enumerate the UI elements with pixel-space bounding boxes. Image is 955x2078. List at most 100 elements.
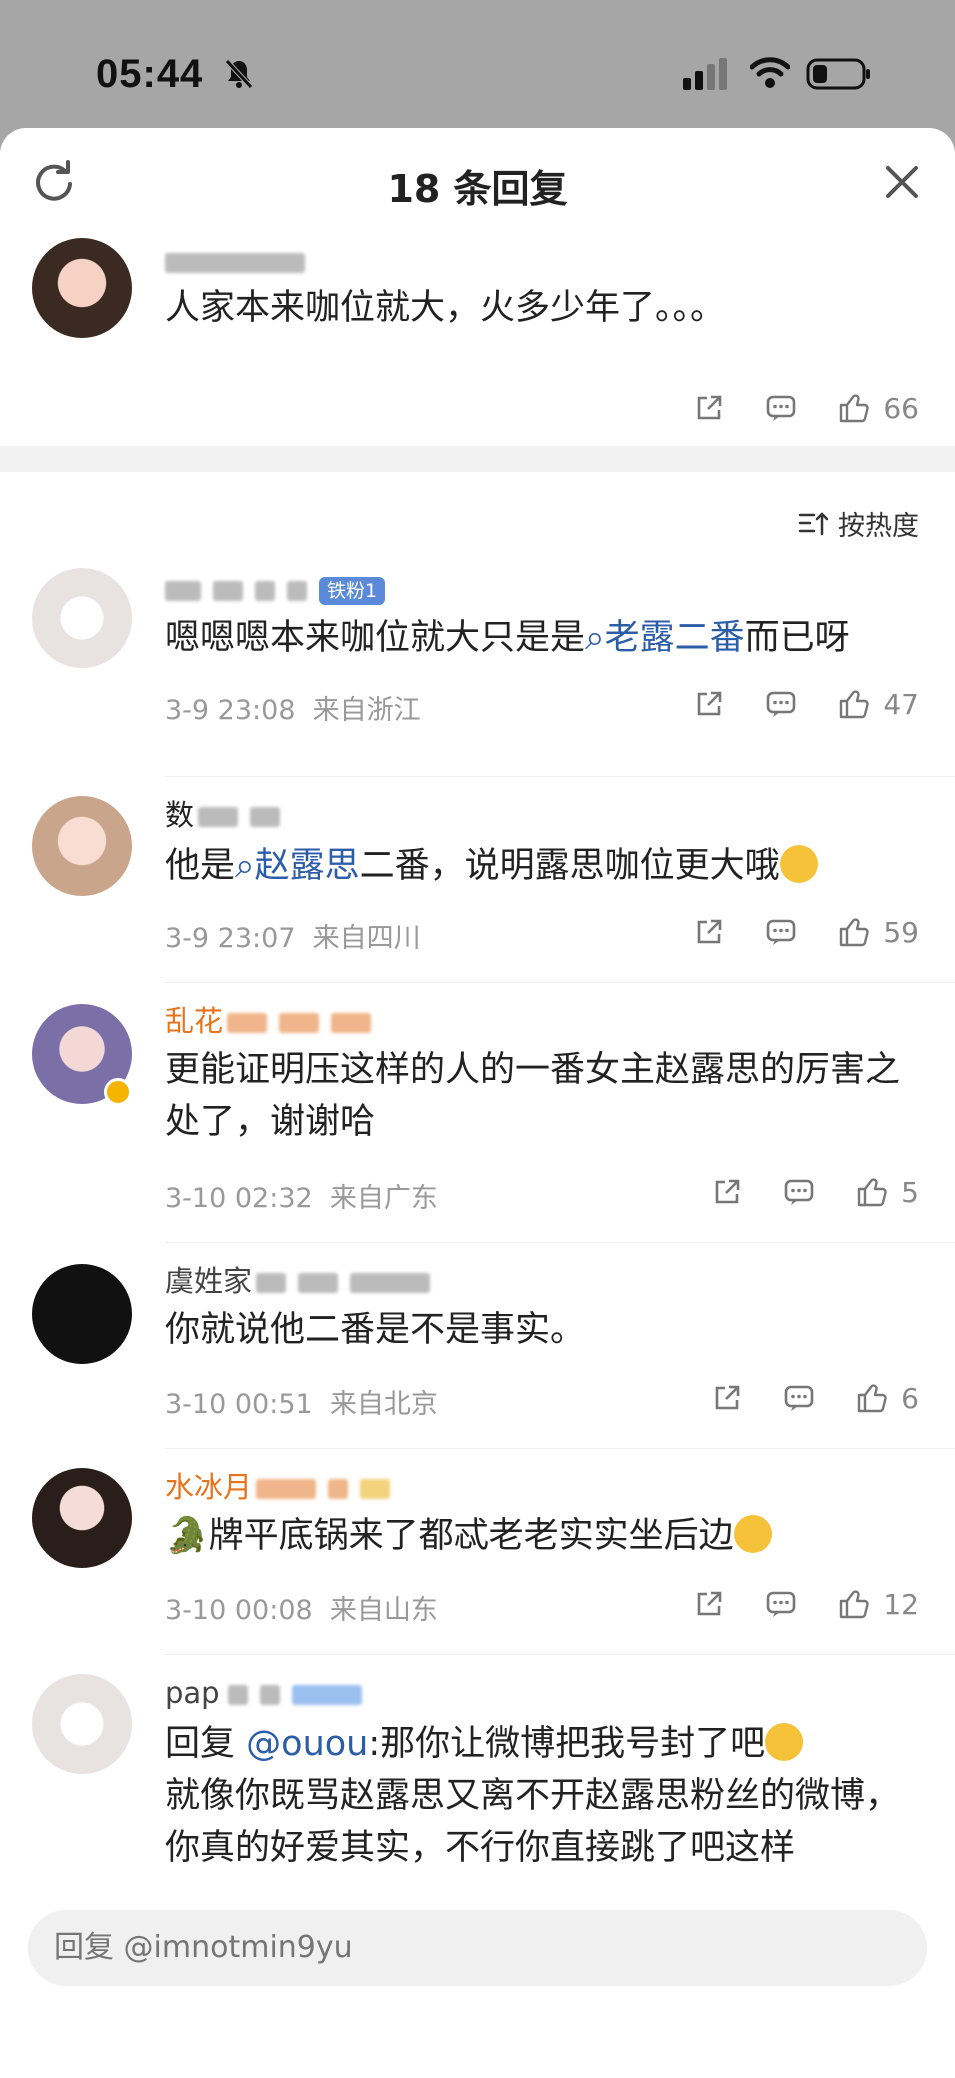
- laugh-cry-emoji-icon: [733, 1515, 772, 1553]
- reply-input[interactable]: [28, 1910, 927, 1986]
- share-button[interactable]: [693, 688, 725, 720]
- reply-item[interactable]: 虞姓家 你就说他二番是不是事实。 3-10 00:51 来自北京 6: [0, 1244, 955, 1450]
- sort-bar: 按热度: [0, 472, 955, 568]
- username[interactable]: imnotmin9yu: [165, 242, 317, 280]
- share-button[interactable]: [693, 916, 725, 948]
- like-count: 6: [901, 1381, 919, 1415]
- reply-location: 来自北京: [329, 1389, 438, 1420]
- comment-button[interactable]: [765, 1588, 797, 1620]
- reply-text: 他是⌕赵露思二番，说明露思咖位更大哦: [165, 840, 919, 892]
- reply-actions: 6: [671, 1378, 919, 1418]
- reply-location: 来自广东: [329, 1183, 438, 1214]
- like-button[interactable]: 6: [855, 1381, 919, 1415]
- close-icon[interactable]: [882, 162, 922, 202]
- like-button[interactable]: 66: [837, 391, 919, 425]
- comment-button[interactable]: [765, 688, 797, 720]
- cellular-signal-icon: [683, 58, 729, 94]
- kiss-emoji-icon: [779, 845, 818, 883]
- like-count: 12: [883, 1587, 919, 1621]
- username[interactable]: 铁粉1: [165, 570, 386, 608]
- comment-icon: [767, 691, 796, 717]
- share-icon: [715, 1179, 740, 1204]
- fan-badge: 铁粉1: [319, 577, 386, 605]
- reply-meta: 3-9 23:07 来自四川: [165, 916, 421, 955]
- share-icon: [698, 691, 722, 716]
- reply-item[interactable]: pap 回复 @ouou:那你让微博把我号封了吧 就像你既骂赵露思又离不开赵露思粉…: [0, 1656, 955, 1896]
- original-comment[interactable]: imnotmin9yu 人家本来咖位就大，火多少年了。。。 66: [0, 232, 955, 446]
- reply-text: 更能证明压这样的人的一番女主赵露思的厉害之处了，谢谢哈: [165, 1050, 901, 1142]
- reply-location: 来自山东: [329, 1595, 438, 1626]
- reply-time: 3-10 00:08: [165, 1595, 313, 1626]
- username[interactable]: 水冰月: [165, 1468, 402, 1506]
- like-button[interactable]: 5: [855, 1175, 919, 1209]
- crocodile-emoji-icon: 🐊: [165, 1516, 209, 1556]
- like-button[interactable]: 12: [837, 1587, 919, 1621]
- thumbs-up-icon: [840, 918, 870, 947]
- comment-button[interactable]: [783, 1176, 815, 1208]
- username[interactable]: 数: [165, 796, 292, 834]
- comment-button[interactable]: [783, 1382, 815, 1414]
- reply-actions: 47: [653, 684, 919, 724]
- avatar[interactable]: [32, 1468, 132, 1568]
- comment-actions: 66: [653, 388, 919, 428]
- avatar[interactable]: [32, 796, 132, 896]
- username[interactable]: 虞姓家: [165, 1262, 442, 1300]
- avatar[interactable]: [32, 1264, 132, 1364]
- reply-meta: 3-10 00:08 来自山东: [165, 1588, 438, 1627]
- crying-emoji-icon: [765, 1723, 804, 1761]
- reply-item[interactable]: 数 他是⌕赵露思二番，说明露思咖位更大哦 3-9 23:07 来自四川 59: [0, 778, 955, 984]
- topic-link[interactable]: ⌕老露二番: [585, 618, 745, 658]
- like-count: 5: [901, 1175, 919, 1209]
- reply-text: 你就说他二番是不是事实。: [165, 1310, 586, 1350]
- battery-icon: [806, 58, 872, 94]
- thumbs-up-icon: [840, 394, 870, 423]
- share-button[interactable]: [693, 392, 725, 424]
- reply-meta: 3-10 00:51 来自北京: [165, 1382, 438, 1421]
- comment-button[interactable]: [765, 392, 797, 424]
- like-button[interactable]: 47: [837, 687, 919, 721]
- topic-link[interactable]: ⌕赵露思: [235, 846, 360, 886]
- share-icon: [698, 395, 722, 420]
- like-count: 59: [883, 915, 919, 949]
- comment-icon: [767, 1591, 796, 1617]
- reply-meta: 3-10 02:32 来自广东: [165, 1176, 438, 1215]
- comment-icon: [784, 1179, 814, 1205]
- share-button[interactable]: [693, 1588, 725, 1620]
- reply-item[interactable]: 乱花 更能证明压这样的人的一番女主赵露思的厉害之处了，谢谢哈 3-10 02:3…: [0, 984, 955, 1244]
- username[interactable]: 乱花: [165, 1002, 383, 1040]
- divider: [165, 776, 955, 777]
- divider: [165, 1242, 955, 1243]
- reply-text: 回复 @ouou:那你让微博把我号封了吧 就像你既骂赵露思又离不开赵露思粉丝的微博…: [165, 1723, 901, 1868]
- username[interactable]: pap: [165, 1674, 374, 1712]
- reply-actions: 5: [671, 1172, 919, 1212]
- share-icon: [698, 1591, 722, 1616]
- status-bar: 05:44: [0, 0, 955, 140]
- mute-bell-icon: [224, 58, 254, 94]
- reply-time: 3-10 00:51: [165, 1389, 313, 1420]
- avatar[interactable]: [32, 1674, 132, 1774]
- reply-item[interactable]: 铁粉1 嗯嗯嗯本来咖位就大只是是⌕老露二番而已呀 3-9 23:08 来自浙江 …: [0, 568, 955, 778]
- like-count: 47: [883, 687, 919, 721]
- like-button[interactable]: 59: [837, 915, 919, 949]
- reply-item[interactable]: 水冰月 🐊牌平底锅来了都忒老老实实坐后边 3-10 00:08 来自山东 12: [0, 1450, 955, 1656]
- replies-sheet: 18 条回复 imnotmin9yu 人家本来咖位就大，火多少年了。。。 66 …: [0, 128, 955, 2078]
- sheet-title: 18 条回复: [387, 167, 568, 211]
- divider: [165, 1448, 955, 1449]
- thumbs-up-icon: [857, 1384, 887, 1413]
- share-button[interactable]: [711, 1176, 743, 1208]
- reply-time: 3-9 23:07: [165, 923, 296, 954]
- mention-link[interactable]: @ouou: [246, 1724, 368, 1764]
- reply-actions: 59: [653, 912, 919, 952]
- share-button[interactable]: [711, 1382, 743, 1414]
- sort-button[interactable]: 按热度: [798, 504, 919, 543]
- comment-icon: [767, 395, 796, 421]
- avatar[interactable]: [32, 568, 132, 668]
- reply-meta: 3-9 23:08 来自浙江: [165, 688, 421, 727]
- divider: [165, 982, 955, 983]
- reply-text: 嗯嗯嗯本来咖位就大只是是⌕老露二番而已呀: [165, 618, 850, 658]
- avatar[interactable]: [32, 238, 132, 338]
- comment-button[interactable]: [765, 916, 797, 948]
- reply-actions: 12: [653, 1584, 919, 1624]
- wifi-icon: [749, 56, 791, 94]
- sort-icon: [798, 511, 829, 535]
